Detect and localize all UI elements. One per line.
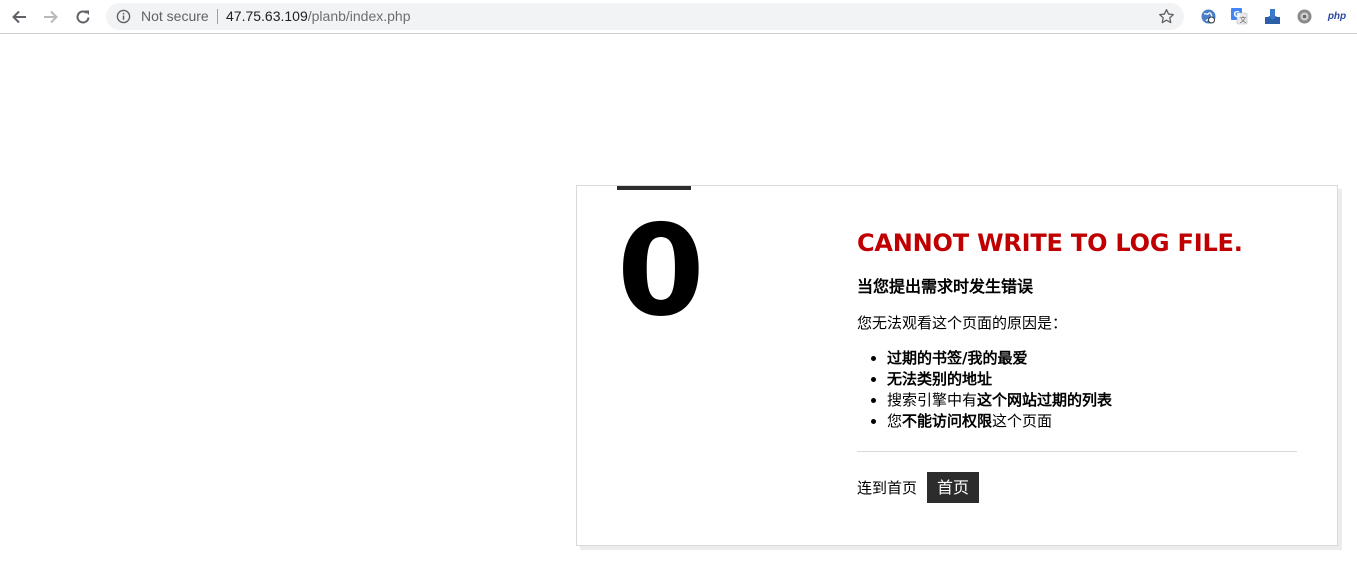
reason-bold-text: 无法类别的地址 (887, 370, 993, 388)
reason-item: 无法类别的地址 (887, 369, 1299, 390)
error-title: CANNOT WRITE TO LOG FILE. (857, 229, 1243, 257)
info-icon[interactable] (116, 9, 131, 24)
php-extension-icon[interactable]: php (1326, 7, 1348, 25)
reason-bold-text: 这个网站过期的列表 (977, 391, 1113, 409)
reason-intro: 您无法观看这个页面的原因是： (857, 314, 1068, 332)
arrow-right-icon (44, 10, 58, 24)
error-card: 0 CANNOT WRITE TO LOG FILE. 当您提出需求时发生错误 … (576, 185, 1338, 546)
error-subtitle: 当您提出需求时发生错误 (857, 277, 1034, 296)
forward-button[interactable] (39, 5, 63, 29)
download-extension-icon[interactable] (1263, 7, 1281, 25)
reload-icon (76, 10, 90, 24)
error-message: CANNOT WRITE TO LOG FILE. 当您提出需求时发生错误 您无… (857, 228, 1299, 503)
gear-extension-icon[interactable] (1295, 7, 1313, 25)
arrow-left-icon (12, 10, 26, 24)
error-code-bar (617, 186, 691, 190)
globe-extension-icon[interactable] (1199, 7, 1217, 25)
omnibox-divider (217, 9, 218, 24)
home-button[interactable]: 首页 (927, 472, 980, 503)
url-text[interactable]: 47.75.63.109/planb/index.php (226, 8, 411, 25)
url-path: /planb/index.php (307, 8, 411, 24)
reason-item: 您不能访问权限这个页面 (887, 411, 1299, 432)
address-bar[interactable]: Not secure 47.75.63.109/planb/index.php (106, 3, 1184, 30)
translate-extension-icon[interactable]: G 文 (1230, 7, 1248, 25)
home-label: 连到首页 (857, 478, 918, 497)
browser-toolbar: Not secure 47.75.63.109/planb/index.php … (0, 0, 1357, 34)
security-label[interactable]: Not secure (141, 8, 209, 25)
home-row: 连到首页 首页 (857, 472, 1299, 503)
reason-suffix-text: 这个页面 (992, 412, 1053, 430)
reason-bold-text: 不能访问权限 (902, 412, 993, 430)
svg-text:文: 文 (1240, 15, 1247, 24)
divider (857, 451, 1297, 452)
reason-prefix-text: 搜索引擎中有 (887, 391, 978, 409)
reload-button[interactable] (71, 5, 95, 29)
reason-item: 过期的书签/我的最爱 (887, 348, 1299, 369)
star-icon[interactable] (1158, 8, 1175, 25)
reason-list: 过期的书签/我的最爱 无法类别的地址 搜索引擎中有这个网站过期的列表 您不能访问… (857, 348, 1299, 432)
url-host: 47.75.63.109 (226, 8, 308, 24)
error-code: 0 (617, 197, 705, 344)
reason-item: 搜索引擎中有这个网站过期的列表 (887, 390, 1299, 411)
reason-bold-text: 过期的书签/我的最爱 (887, 349, 1028, 367)
reason-prefix-text: 您 (887, 412, 903, 430)
back-button[interactable] (7, 5, 31, 29)
